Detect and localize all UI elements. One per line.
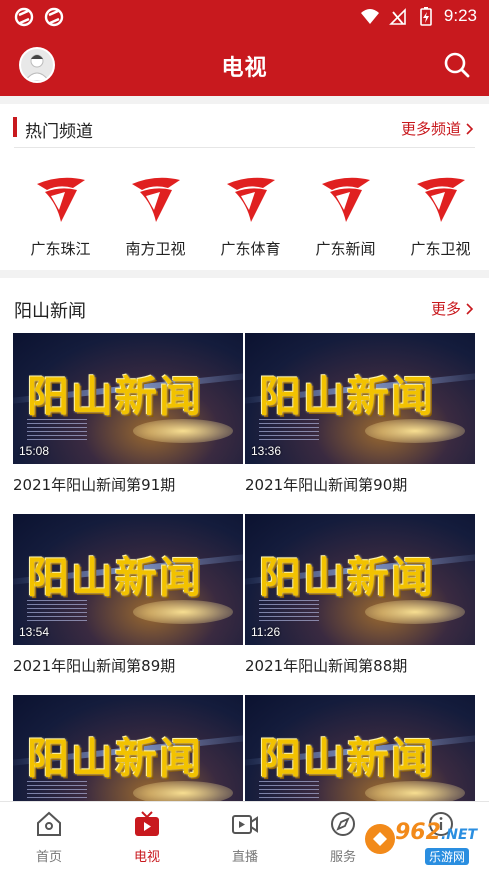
clock: 9:23 xyxy=(443,6,477,25)
watermark-number: 962.NET xyxy=(395,820,478,845)
thumbnail-logo-text: 阳山新闻 xyxy=(259,734,436,783)
compass-icon xyxy=(331,812,355,836)
video-title[interactable]: 2021年阳山新闻第88期 xyxy=(245,655,475,676)
app-notification-icon xyxy=(44,7,64,27)
no-signal-icon xyxy=(388,8,406,25)
tab-label: 首页 xyxy=(35,850,62,865)
thumbnail-logo-text: 阳山新闻 xyxy=(259,372,436,421)
thumbnail-logo-text: 阳山新闻 xyxy=(27,372,204,421)
tab-label: 直播 xyxy=(231,850,258,865)
channel-item[interactable]: 南方卫视 xyxy=(108,170,203,259)
video-card[interactable]: 阳山新闻 13:54 2021年阳山新闻第89期 xyxy=(13,514,243,676)
search-icon[interactable] xyxy=(443,51,471,79)
video-title[interactable]: 2021年阳山新闻第89期 xyxy=(13,655,243,676)
section-gap xyxy=(0,270,489,278)
channel-logo-icon xyxy=(321,177,370,222)
status-bar: 9:23 xyxy=(0,0,489,34)
video-card[interactable]: 阳山新闻 11:26 2021年阳山新闻第88期 xyxy=(245,514,475,676)
battery-charging-icon xyxy=(420,7,432,26)
chevron-right-icon xyxy=(466,302,474,315)
tab-label: 电视 xyxy=(133,850,160,865)
tab-live[interactable]: 直播 xyxy=(196,810,294,865)
thumbnail-logo-text: 阳山新闻 xyxy=(27,553,204,602)
app-bar: 电视 xyxy=(0,34,489,96)
home-icon xyxy=(37,811,61,836)
video-title[interactable]: 2021年阳山新闻第90期 xyxy=(245,474,475,495)
channel-name: 广东体育 xyxy=(220,240,281,258)
app-notification-icon xyxy=(14,7,34,27)
live-icon xyxy=(232,815,258,834)
video-duration: 15:08 xyxy=(19,444,50,458)
video-duration: 13:54 xyxy=(19,625,50,639)
channel-name: 广东新闻 xyxy=(315,240,376,258)
site-watermark: 962.NET 乐游网 xyxy=(363,818,483,865)
watermark-site: 乐游网 xyxy=(425,848,470,865)
video-thumbnail[interactable]: 阳山新闻 11:26 xyxy=(245,514,475,645)
section-gap xyxy=(0,96,489,104)
video-thumbnail[interactable]: 阳山新闻 13:36 xyxy=(245,333,475,464)
channel-logo-icon xyxy=(36,177,85,222)
video-card[interactable]: 阳山新闻 15:08 2021年阳山新闻第91期 xyxy=(13,333,243,495)
channel-name: 广东卫视 xyxy=(410,240,471,258)
thumbnail-logo-text: 阳山新闻 xyxy=(259,553,436,602)
hot-channels-title: 热门频道 xyxy=(25,122,93,142)
page-title: 电视 xyxy=(221,56,268,81)
channel-name: 广东珠江 xyxy=(30,240,91,258)
more-channels-label: 更多频道 xyxy=(400,120,461,138)
chevron-right-icon xyxy=(466,122,474,135)
video-card[interactable]: 阳山新闻 13:36 2021年阳山新闻第90期 xyxy=(245,333,475,495)
channel-item[interactable]: 广东珠江 xyxy=(13,170,108,259)
channel-item[interactable]: 广东新闻 xyxy=(298,170,393,259)
channel-name: 南方卫视 xyxy=(125,240,186,258)
channel-logo-icon xyxy=(131,177,180,222)
channel-item[interactable]: 广东卫视 xyxy=(393,170,488,259)
news-section-title: 阳山新闻 xyxy=(14,301,86,322)
tab-tv[interactable]: 电视 xyxy=(98,810,196,865)
more-channels-link[interactable]: 更多频道 xyxy=(401,118,475,139)
divider xyxy=(14,147,475,148)
tv-icon xyxy=(135,811,159,836)
section-marker xyxy=(13,117,17,137)
channel-list: 广东珠江 南方卫视 广东体育 广东新闻 广东卫视 xyxy=(0,170,489,265)
video-thumbnail[interactable]: 阳山新闻 15:08 xyxy=(13,333,243,464)
channel-logo-icon xyxy=(226,177,275,222)
channel-item[interactable]: 广东体育 xyxy=(203,170,298,259)
video-title[interactable]: 2021年阳山新闻第91期 xyxy=(13,474,243,495)
video-thumbnail[interactable]: 阳山新闻 13:54 xyxy=(13,514,243,645)
thumbnail-logo-text: 阳山新闻 xyxy=(27,734,204,783)
hot-channels-header: 热门频道 更多频道 xyxy=(0,108,489,148)
wifi-icon xyxy=(360,9,379,24)
news-section-header: 阳山新闻 更多 xyxy=(0,288,489,328)
more-news-link[interactable]: 更多 xyxy=(431,298,475,319)
watermark-logo-icon xyxy=(365,824,395,854)
video-duration: 11:26 xyxy=(251,625,281,639)
video-duration: 13:36 xyxy=(251,444,282,458)
more-news-label: 更多 xyxy=(430,300,461,318)
tab-home[interactable]: 首页 xyxy=(0,810,98,865)
channel-logo-icon xyxy=(416,177,465,222)
